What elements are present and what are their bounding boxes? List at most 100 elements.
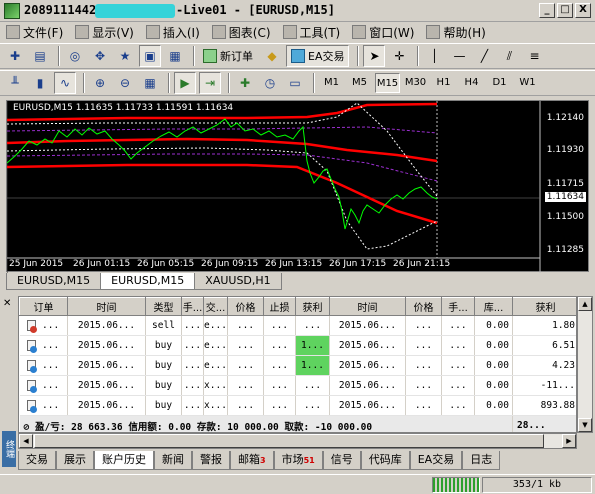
table-row[interactable]: ... 2015.06... buy ... x... ... ... ... … bbox=[19, 395, 576, 416]
timeframe-h4[interactable]: H4 bbox=[459, 73, 484, 93]
time-axis-label: 26 Jun 01:15 bbox=[73, 259, 131, 269]
col-header-volume[interactable]: 手... bbox=[181, 297, 204, 316]
scroll-left-icon[interactable]: ◀ bbox=[19, 434, 33, 448]
new-chart-icon[interactable]: ✚ bbox=[4, 45, 26, 67]
candlestick-icon[interactable]: ▮ bbox=[29, 72, 51, 94]
indicators-icon[interactable]: ✚ bbox=[234, 72, 256, 94]
price-axis-label: 1.11285 bbox=[546, 245, 584, 255]
price-axis-label: 1.11715 bbox=[546, 179, 584, 189]
scroll-thumb[interactable] bbox=[34, 434, 544, 448]
col-header-order[interactable]: 订单 bbox=[19, 297, 68, 316]
new-order-button[interactable]: 新订单 bbox=[199, 45, 257, 67]
col-header-profit[interactable]: 获利 bbox=[512, 297, 576, 316]
toolbar-divider bbox=[58, 46, 60, 66]
horizontal-scrollbar[interactable]: ◀ ▶ bbox=[18, 433, 577, 449]
scroll-up-icon[interactable]: ▲ bbox=[578, 297, 592, 311]
table-row[interactable]: ... 2015.06... buy ... e... ... ... 1...… bbox=[19, 355, 576, 376]
profiles-icon[interactable]: ▤ bbox=[29, 45, 51, 67]
channel-icon[interactable]: ⫽ bbox=[498, 45, 520, 67]
price-axis-label: 1.12140 bbox=[546, 113, 584, 123]
menu-file[interactable]: 文件(F) bbox=[6, 24, 63, 41]
bar-chart-icon[interactable]: ╨ bbox=[4, 72, 26, 94]
tile-windows-icon[interactable]: ▦ bbox=[139, 72, 161, 94]
tab-experts[interactable]: EA交易 bbox=[409, 451, 463, 470]
tab-news[interactable]: 新闻 bbox=[154, 451, 192, 470]
trendline-icon[interactable]: ╱ bbox=[473, 45, 495, 67]
zoom-out-icon[interactable]: ⊖ bbox=[114, 72, 136, 94]
tab-mailbox[interactable]: 邮箱3 bbox=[230, 451, 274, 470]
periods-icon[interactable]: ◷ bbox=[259, 72, 281, 94]
price-chart[interactable]: EURUSD,M15 1.11635 1.11733 1.11591 1.116… bbox=[6, 100, 589, 273]
zoom-in-icon[interactable]: ⊕ bbox=[89, 72, 111, 94]
menu-help[interactable]: 帮助(H) bbox=[426, 24, 486, 41]
timeframe-m1[interactable]: M1 bbox=[319, 73, 344, 93]
strategy-tester-icon[interactable]: ▦ bbox=[164, 45, 186, 67]
tab-signals[interactable]: 信号 bbox=[322, 451, 361, 470]
chart-shift-icon[interactable]: ⇥ bbox=[199, 72, 221, 94]
market-count-badge: 51 bbox=[303, 456, 315, 465]
summary-text: 盈/亏: 28 663.36 信用额: 0.00 存款: 10 000.00 取… bbox=[34, 421, 373, 433]
col-header-open-price[interactable]: 价格 bbox=[227, 297, 264, 316]
ea-trading-icon bbox=[291, 49, 305, 63]
col-header-commission[interactable]: 手... bbox=[441, 297, 475, 316]
menu-insert[interactable]: 插入(I) bbox=[145, 24, 200, 41]
market-watch-icon[interactable]: ◎ bbox=[64, 45, 86, 67]
minimize-button[interactable]: _ bbox=[539, 3, 555, 18]
horizontal-line-icon[interactable]: — bbox=[448, 45, 470, 67]
close-button[interactable]: X bbox=[575, 3, 591, 18]
tab-trade[interactable]: 交易 bbox=[18, 451, 56, 470]
view-icon bbox=[75, 25, 90, 39]
maximize-button[interactable]: □ bbox=[557, 3, 573, 18]
time-axis-label: 26 Jun 05:15 bbox=[137, 259, 195, 269]
scroll-down-icon[interactable]: ▼ bbox=[578, 418, 592, 432]
menu-view[interactable]: 显示(V) bbox=[75, 24, 134, 41]
metaeditor-icon[interactable]: ◆ bbox=[261, 45, 283, 67]
terminal-close-icon[interactable]: ✕ bbox=[3, 298, 11, 309]
col-header-swap[interactable]: 库... bbox=[474, 297, 513, 316]
tab-market[interactable]: 市场51 bbox=[273, 451, 323, 470]
templates-icon[interactable]: ▭ bbox=[284, 72, 306, 94]
timeframe-w1[interactable]: W1 bbox=[515, 73, 540, 93]
fibonacci-icon[interactable]: ≡ bbox=[523, 45, 545, 67]
auto-scroll-icon[interactable]: ▶ bbox=[174, 72, 196, 94]
chart-tab-eurusd-m15[interactable]: EURUSD,M15 bbox=[6, 273, 102, 290]
scroll-right-icon[interactable]: ▶ bbox=[562, 434, 576, 448]
tab-account-history[interactable]: 账户历史 bbox=[94, 451, 154, 470]
menu-window[interactable]: 窗口(W) bbox=[352, 24, 414, 41]
line-chart-icon[interactable]: ∿ bbox=[54, 72, 76, 94]
navigator-icon[interactable]: ★ bbox=[114, 45, 136, 67]
table-row[interactable]: ... 2015.06... buy ... e... ... ... 1...… bbox=[19, 335, 576, 356]
timeframe-h1[interactable]: H1 bbox=[431, 73, 456, 93]
table-row[interactable]: ... 2015.06... buy ... x... ... ... ... … bbox=[19, 375, 576, 396]
col-header-open-time[interactable]: 时间 bbox=[67, 297, 146, 316]
ea-trading-button[interactable]: EA交易 bbox=[286, 45, 350, 67]
vertical-line-icon[interactable]: │ bbox=[423, 45, 445, 67]
cursor-icon[interactable]: ➤ bbox=[363, 45, 386, 67]
crosshair-icon[interactable]: ✛ bbox=[388, 45, 410, 67]
col-header-close-price[interactable]: 价格 bbox=[405, 297, 442, 316]
chart-canvas bbox=[7, 101, 541, 273]
timeframe-m15[interactable]: M15 bbox=[375, 73, 400, 93]
tab-code-base[interactable]: 代码库 bbox=[360, 451, 410, 470]
tab-exposure[interactable]: 展示 bbox=[56, 451, 94, 470]
col-header-symbol[interactable]: 交... bbox=[203, 297, 228, 316]
chart-tab-eurusd-m15-active[interactable]: EURUSD,M15 bbox=[100, 273, 196, 290]
order-icon bbox=[27, 320, 38, 333]
menu-chart[interactable]: 图表(C) bbox=[211, 24, 271, 41]
tab-journal[interactable]: 日志 bbox=[462, 451, 501, 470]
timeframe-d1[interactable]: D1 bbox=[487, 73, 512, 93]
chart-tab-xauusd-h1[interactable]: XAUUSD,H1 bbox=[194, 273, 282, 290]
menu-tools[interactable]: 工具(T) bbox=[282, 24, 340, 41]
terminal-label: 终端 bbox=[2, 431, 16, 467]
col-header-take-profit[interactable]: 获利 bbox=[295, 297, 330, 316]
data-window-icon[interactable]: ✥ bbox=[89, 45, 111, 67]
tab-alerts[interactable]: 警报 bbox=[192, 451, 230, 470]
table-row[interactable]: ... 2015.06... sell ... e... ... ... ...… bbox=[19, 315, 576, 336]
timeframe-m5[interactable]: M5 bbox=[347, 73, 372, 93]
col-header-close-time[interactable]: 时间 bbox=[329, 297, 406, 316]
terminal-icon[interactable]: ▣ bbox=[139, 45, 161, 67]
timeframe-m30[interactable]: M30 bbox=[403, 73, 428, 93]
col-header-stop-loss[interactable]: 止损 bbox=[263, 297, 296, 316]
vertical-scrollbar[interactable]: ▲ ▼ bbox=[577, 296, 593, 433]
col-header-type[interactable]: 类型 bbox=[145, 297, 182, 316]
